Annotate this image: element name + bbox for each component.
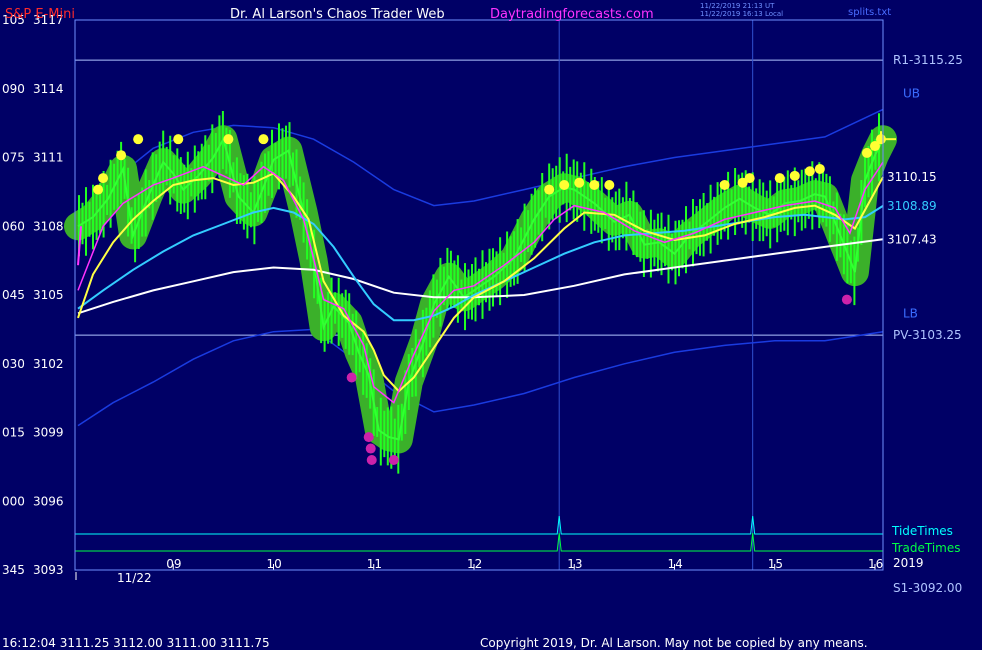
- timing-line-label: TideTimes: [891, 524, 953, 538]
- x-axis-hour-label: 14: [667, 557, 682, 571]
- x-axis-hour-label: 11: [367, 557, 382, 571]
- x-axis-hour-label: 15: [768, 557, 783, 571]
- config-name: splits.txt: [848, 7, 891, 18]
- upper-band-label: UB: [903, 86, 920, 100]
- y-axis-price-label: 3096: [33, 494, 64, 508]
- instrument-label: S&P E-Mini: [5, 7, 75, 22]
- lower-band-label: LB: [903, 307, 918, 321]
- last-value-label: 3107.43: [887, 232, 937, 246]
- timestamp-local: 11/22/2019 16:13 Local: [700, 10, 783, 18]
- timing-line-label: TradeTimes: [891, 541, 960, 555]
- top-dot: [93, 184, 104, 195]
- bottom-dot: [841, 294, 852, 305]
- last-value-label: 3108.89: [887, 199, 937, 213]
- y-axis-price-label: 3099: [33, 426, 64, 440]
- top-dot: [559, 180, 570, 190]
- y-axis-angle-label: 045: [2, 288, 25, 302]
- pivot-level-label: PV-3103.25: [893, 328, 962, 342]
- bottom-dot: [346, 372, 357, 383]
- top-dot: [589, 180, 600, 190]
- top-dot: [258, 134, 269, 145]
- x-axis-hour-label: 13: [567, 557, 582, 571]
- x-axis-hour-label: 10: [266, 557, 281, 571]
- y-axis-angle-label: 090: [2, 82, 25, 96]
- top-dot: [133, 134, 144, 145]
- y-axis-angle-label: 060: [2, 219, 25, 233]
- y-axis-angle-label: 030: [2, 357, 25, 371]
- year-label: 2019: [893, 556, 924, 570]
- top-dot: [544, 184, 555, 195]
- price-chart: 105 3117090 3114075 3111060 3108045 3105030 31…: [0, 0, 982, 650]
- pivot-level-label: S1-3092.00: [893, 581, 962, 595]
- footer-copyright: Copyright 2019, Dr. Al Larson. May not b…: [480, 636, 868, 650]
- top-dot: [774, 173, 785, 184]
- bottom-dot: [388, 455, 399, 465]
- top-dot: [116, 150, 127, 161]
- y-axis-angle-label: 015: [2, 426, 25, 440]
- top-dot: [861, 147, 872, 158]
- y-axis-price-label: 3105: [33, 288, 64, 302]
- top-dot: [604, 180, 615, 190]
- y-axis-price-label: 3093: [33, 563, 64, 577]
- x-axis-hour-label: 12: [467, 557, 482, 571]
- top-dot: [98, 173, 109, 184]
- site-url[interactable]: Daytradingforecasts.com: [490, 7, 654, 22]
- bottom-dot: [363, 432, 374, 443]
- top-dot: [814, 163, 825, 174]
- x-axis-hour-label: 16: [868, 557, 883, 571]
- site-title: Dr. Al Larson's Chaos Trader Web: [230, 7, 445, 22]
- last-value-label: 3110.15: [887, 170, 937, 184]
- y-axis-angle-label: 345: [2, 563, 25, 577]
- top-dot: [719, 180, 730, 190]
- y-axis-price-label: 3114: [33, 82, 64, 96]
- top-dot: [223, 134, 234, 145]
- top-dot: [804, 166, 815, 177]
- bottom-dot: [366, 455, 377, 465]
- y-axis-price-label: 3111: [33, 151, 64, 165]
- y-axis-angle-label: 075: [2, 151, 25, 165]
- y-axis-angle-label: 000: [2, 494, 25, 508]
- top-dot: [744, 173, 755, 184]
- y-axis-price-label: 3102: [33, 357, 64, 371]
- top-dot: [574, 177, 585, 188]
- date-label: 11/22: [117, 571, 152, 585]
- timestamp-ut: 11/22/2019 21:13 UT: [700, 2, 775, 10]
- y-axis-price-label: 3108: [33, 219, 64, 233]
- pivot-level-label: R1-3115.25: [893, 53, 963, 67]
- top-dot: [789, 170, 800, 181]
- bottom-dot: [365, 443, 376, 454]
- top-dot: [173, 134, 184, 145]
- chart-background: [0, 0, 982, 650]
- x-axis-hour-label: 09: [166, 557, 181, 571]
- footer-quote: 16:12:04 3111.25 3112.00 3111.00 3111.75: [2, 636, 270, 650]
